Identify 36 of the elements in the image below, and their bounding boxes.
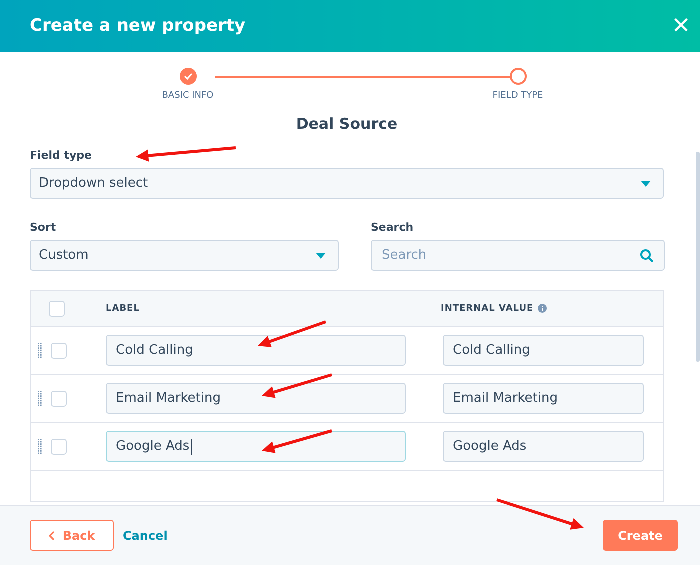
search-icon: [640, 248, 654, 262]
label-input[interactable]: Google Ads: [106, 431, 406, 462]
annotation-arrow: [258, 322, 326, 348]
caret-icon: [641, 180, 651, 186]
column-header: INTERNAL VALUE: [441, 304, 663, 314]
internal-value-input[interactable]: Google Ads: [443, 431, 644, 462]
annotation-arrow: [262, 375, 332, 398]
field-label: Field type: [30, 149, 92, 162]
drag-handle-icon[interactable]: [38, 438, 42, 454]
caret-icon: [316, 252, 326, 258]
property-name: Deal Source: [295, 115, 399, 133]
drag-handle-icon[interactable]: [38, 342, 42, 358]
row-checkbox[interactable]: [51, 390, 67, 406]
row-checkbox[interactable]: [51, 438, 67, 454]
internal-value-input[interactable]: Cold Calling: [443, 335, 644, 366]
field-label: Search: [371, 221, 414, 234]
scrollbar[interactable]: [696, 152, 700, 362]
field-label: Sort: [30, 221, 56, 234]
select-all-checkbox[interactable]: [49, 300, 65, 316]
sort-select[interactable]: Custom: [30, 240, 339, 271]
field-type-select[interactable]: Dropdown select: [30, 168, 664, 199]
step-label: FIELD TYPE: [492, 91, 544, 101]
chevron-left-icon: [48, 530, 55, 540]
row-checkbox[interactable]: [51, 342, 67, 358]
search-field[interactable]: Search: [371, 240, 665, 271]
info-icon: [538, 304, 547, 313]
internal-value-input[interactable]: Email Marketing: [443, 383, 644, 414]
modal-title: Create a new property: [30, 16, 246, 36]
step-label: BASIC INFO: [162, 91, 214, 101]
search-input[interactable]: Search: [380, 247, 640, 264]
label-input[interactable]: Email Marketing: [106, 383, 406, 414]
drag-handle-icon[interactable]: [38, 390, 42, 406]
column-header: LABEL: [106, 304, 141, 314]
check-icon: [184, 73, 192, 80]
label-input[interactable]: Cold Calling: [106, 335, 406, 366]
annotation-arrow: [262, 431, 332, 454]
